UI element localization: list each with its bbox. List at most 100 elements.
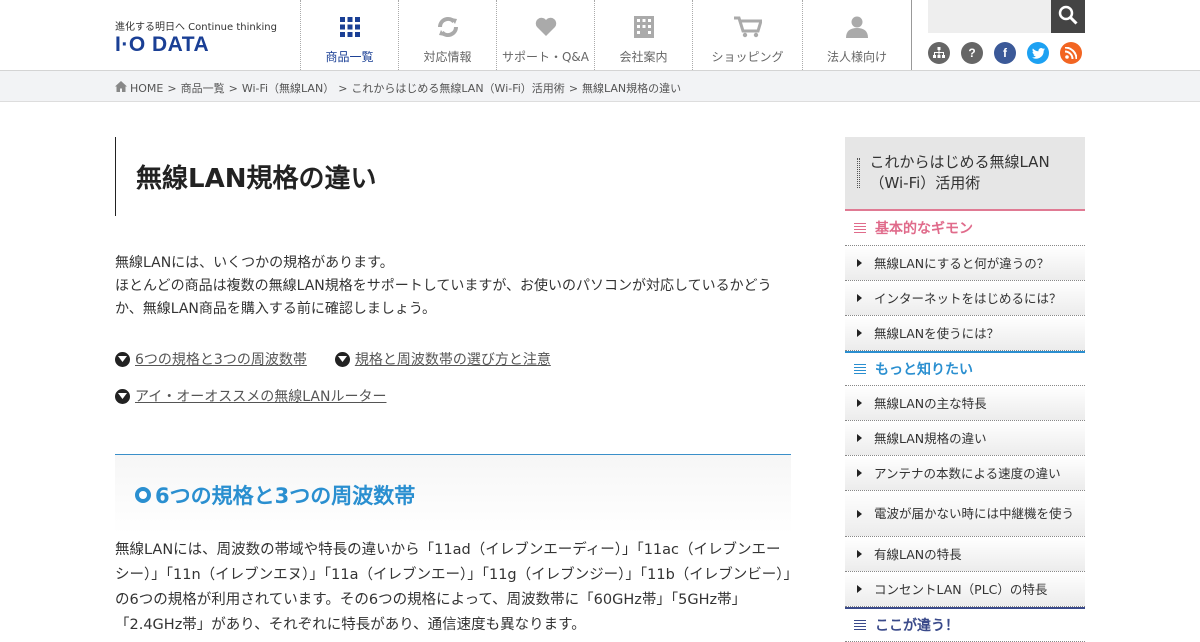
main-content: 無線LAN規格の違い 無線LANには、いくつかの規格があります。 ほとんどの商品… xyxy=(115,137,791,638)
sidebar-item[interactable]: 無線LANを使うには？ xyxy=(845,316,1085,351)
sidebar-item-label: 無線LANにすると何が違うの？ xyxy=(874,255,1050,271)
section-title: 6つの規格と3つの周波数帯 xyxy=(155,483,416,508)
anchor-link-router[interactable]: アイ・オーオススメの無線LANルーター xyxy=(115,386,386,406)
section-heading: 6つの規格と3つの周波数帯 xyxy=(115,454,791,534)
category-label: ここが違う！ xyxy=(875,618,959,634)
breadcrumb-separator: > xyxy=(568,81,579,95)
sidebar-item-label: 無線LANを使うには？ xyxy=(874,325,1000,341)
caret-right-icon xyxy=(857,469,862,477)
list-lines-icon xyxy=(854,363,866,375)
search-button[interactable] xyxy=(1051,0,1085,33)
breadcrumb-products[interactable]: 商品一覧 xyxy=(181,80,225,96)
circle-bullet-icon xyxy=(135,486,151,503)
breadcrumb-home[interactable]: HOME xyxy=(130,82,163,95)
caret-right-icon xyxy=(857,259,862,267)
list-lines-icon xyxy=(854,222,866,234)
sidebar-item[interactable]: 無線LANの主な特長 xyxy=(845,386,1085,421)
intro-line-1: 無線LANには、いくつかの規格があります。 xyxy=(115,255,394,271)
sidebar-item-label: アンテナの本数による速度の違い xyxy=(874,465,1061,481)
anchor-label: アイ・オーオススメの無線LANルーター xyxy=(135,389,387,405)
breadcrumb-separator: > xyxy=(228,81,238,95)
anchor-link-standards[interactable]: 6つの規格と3つの周波数帯 xyxy=(115,349,307,369)
nav-compat[interactable]: 対応情報 xyxy=(398,0,496,70)
nav-label: 商品一覧 xyxy=(325,50,374,64)
global-nav: 商品一覧 対応情報 サポート・Q&A 会社案内 ショッピング 法人様向け xyxy=(300,0,912,70)
nav-label: 会社案内 xyxy=(619,50,668,64)
caret-right-icon xyxy=(857,329,862,337)
sidebar-item[interactable]: アンテナの本数による速度の違い xyxy=(845,456,1085,491)
anchor-label: 規格と周波数帯の選び方と注意 xyxy=(354,352,551,368)
breadcrumb-separator: > xyxy=(338,81,348,95)
sidebar-item-label: 電波が届かない時には中継機を使う xyxy=(874,506,1075,521)
intro-line-2: ほとんどの商品は複数の無線LAN規格をサポートしていますが、お使いのパソコンが対… xyxy=(115,278,772,317)
sidebar-item-label: 無線LAN規格の違い xyxy=(874,430,987,446)
breadcrumb-wifi[interactable]: Wi-Fi（無線LAN） xyxy=(242,80,334,96)
sidebar-category-more: もっと知りたい xyxy=(845,351,1085,386)
sidebar-item[interactable]: 無線LANにすると何が違うの？ xyxy=(845,246,1085,281)
breadcrumb-separator: > xyxy=(167,81,177,95)
nav-label: 法人様向け xyxy=(826,50,887,64)
sidebar-item[interactable]: 無線LAN規格の違い xyxy=(845,421,1085,456)
sidebar-item-label: コンセントLAN（PLC）の特長 xyxy=(874,581,1048,597)
sidebar-item[interactable]: コンセントLAN（PLC）の特長 xyxy=(845,572,1085,607)
person-icon xyxy=(846,16,868,38)
sidebar-item[interactable]: インターネットをはじめるには？ xyxy=(845,281,1085,316)
help-icon[interactable]: ? xyxy=(961,42,983,64)
cart-icon xyxy=(733,16,762,38)
sidebar-category-diff: ここが違う！ xyxy=(845,607,1085,642)
list-lines-icon xyxy=(854,619,866,631)
nav-shopping[interactable]: ショッピング xyxy=(692,0,802,70)
caret-right-icon xyxy=(857,509,862,518)
sidebar-item[interactable]: 有線LANの特長 xyxy=(845,537,1085,572)
nav-label: 対応情報 xyxy=(423,50,472,64)
breadcrumb-bar: HOME > 商品一覧 > Wi-Fi（無線LAN） > これからはじめる無線L… xyxy=(0,71,1200,102)
breadcrumb: HOME > 商品一覧 > Wi-Fi（無線LAN） > これからはじめる無線L… xyxy=(115,80,681,96)
nav-support[interactable]: サポート・Q&A xyxy=(496,0,594,70)
anchor-link-choose[interactable]: 規格と周波数帯の選び方と注意 xyxy=(334,349,551,369)
twitter-icon[interactable] xyxy=(1027,42,1049,64)
nav-business[interactable]: 法人様向け xyxy=(802,0,912,70)
rss-icon[interactable] xyxy=(1060,42,1082,64)
building-icon xyxy=(633,16,654,38)
site-header: 進化する明日へ Continue thinking I·O DATA 商品一覧 … xyxy=(0,0,1200,71)
page-title: 無線LAN規格の違い xyxy=(115,137,791,216)
logo-tagline: 進化する明日へ Continue thinking xyxy=(115,22,277,33)
sidebar: これからはじめる無線LAN（Wi-Fi）活用術 基本的なギモン 無線LANにする… xyxy=(845,137,1085,642)
nav-products[interactable]: 商品一覧 xyxy=(300,0,398,70)
category-label: 基本的なギモン xyxy=(875,221,973,237)
sidebar-item[interactable]: 電波が届かない時には中継機を使う xyxy=(845,491,1085,537)
breadcrumb-current: 無線LAN規格の違い xyxy=(582,82,682,95)
chevron-down-icon xyxy=(115,351,130,367)
sidebar-item-label: 無線LANの主な特長 xyxy=(874,395,987,411)
sitemap-icon[interactable] xyxy=(928,42,950,64)
nav-label: サポート・Q&A xyxy=(501,50,589,64)
sidebar-item-label: インターネットをはじめるには？ xyxy=(874,290,1062,306)
heart-icon xyxy=(535,16,557,38)
grid-icon xyxy=(339,16,360,38)
intro-text: 無線LANには、いくつかの規格があります。 ほとんどの商品は複数の無線LAN規格… xyxy=(115,252,791,321)
caret-right-icon xyxy=(857,434,862,442)
section-body: 無線LANには、周波数の帯域や特長の違いから「11ad（イレブンエーディー）」「… xyxy=(115,542,791,633)
sns-links: ? f xyxy=(928,42,1082,64)
search-icon xyxy=(1058,5,1078,29)
category-label: もっと知りたい xyxy=(875,362,973,378)
anchor-label: 6つの規格と3つの周波数帯 xyxy=(135,352,307,368)
chevron-down-icon xyxy=(334,351,350,367)
search-input[interactable] xyxy=(928,0,1051,33)
logo-wordmark: I·O DATA xyxy=(115,33,210,56)
nav-label: ショッピング xyxy=(711,50,784,64)
sidebar-item-label: 有線LANの特長 xyxy=(874,546,962,562)
search-box xyxy=(928,0,1085,33)
site-logo[interactable]: 進化する明日へ Continue thinking I·O DATA xyxy=(115,18,277,56)
sidebar-category-basic: 基本的なギモン xyxy=(845,211,1085,246)
breadcrumb-guide[interactable]: これからはじめる無線LAN（Wi-Fi）活用術 xyxy=(351,80,564,96)
help-glyph: ? xyxy=(968,46,976,60)
dotted-bar-icon xyxy=(857,158,861,188)
chevron-down-icon xyxy=(115,388,130,404)
facebook-icon[interactable]: f xyxy=(994,42,1016,64)
caret-right-icon xyxy=(857,294,862,302)
anchor-links: 6つの規格と3つの周波数帯 規格と周波数帯の選び方と注意 アイ・オーオススメの無… xyxy=(115,349,791,406)
facebook-glyph: f xyxy=(1003,46,1007,60)
sidebar-header[interactable]: これからはじめる無線LAN（Wi-Fi）活用術 xyxy=(845,137,1085,211)
nav-company[interactable]: 会社案内 xyxy=(594,0,692,70)
